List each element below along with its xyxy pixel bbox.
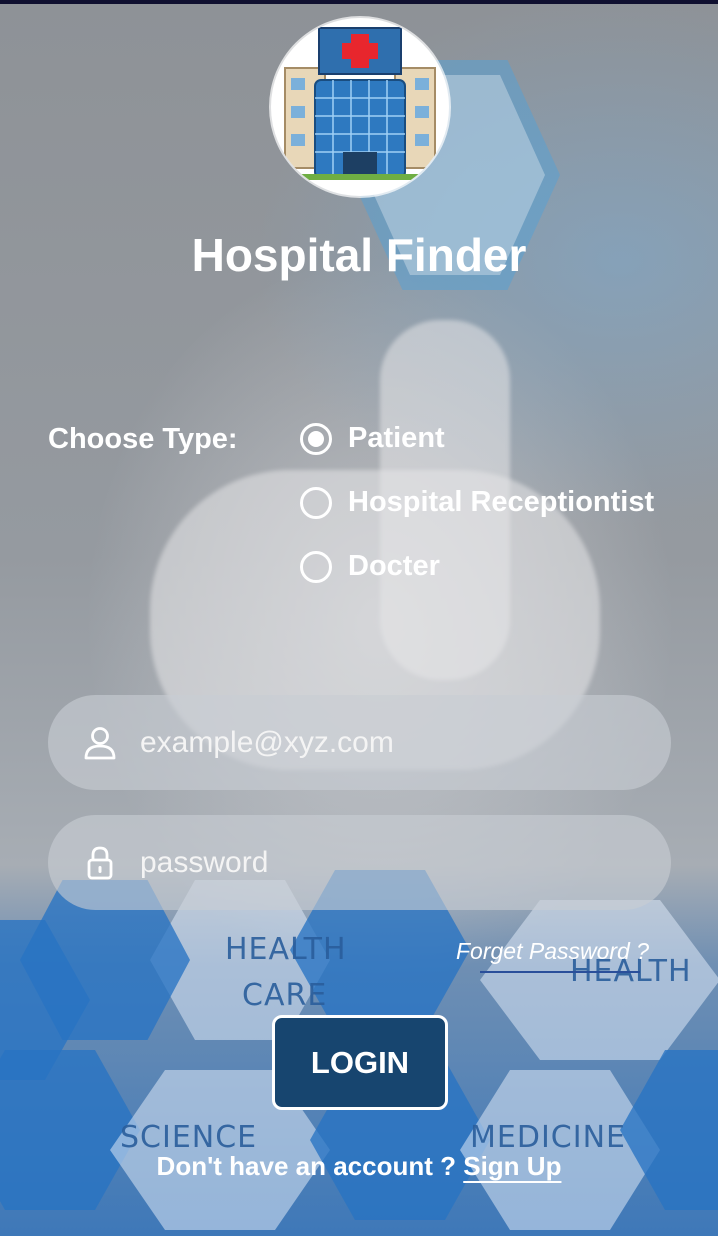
lock-icon [87,846,113,879]
password-input[interactable] [140,845,620,880]
user-icon [84,726,116,759]
hex-label-medicine: MEDICINE [470,1120,626,1155]
radio-unselected-icon[interactable] [300,486,332,519]
signup-prompt: Don't have an account ? [156,1151,456,1181]
radio-label-doctor[interactable]: Docter [348,550,440,583]
radio-unselected-icon[interactable] [300,550,332,583]
forget-password-underline [480,971,640,973]
radio-selected-icon[interactable] [300,422,332,455]
radio-option-patient[interactable]: Patient [300,422,445,455]
radio-label-receptionist[interactable]: Hospital Receptiontist [348,486,654,519]
hex-label-health: HEALTH [225,932,347,967]
email-field-container[interactable] [48,695,671,790]
radio-option-doctor[interactable]: Docter [300,550,440,583]
status-bar [0,0,718,4]
app-title: Hospital Finder [191,229,527,281]
hospital-building-icon [271,18,449,196]
signup-link[interactable]: Sign Up [463,1151,561,1181]
radio-label-patient[interactable]: Patient [348,422,445,455]
hex-label-science: SCIENCE [120,1120,258,1155]
password-field-container[interactable] [48,815,671,910]
hex-label-care: CARE [242,978,328,1013]
login-button[interactable]: LOGIN [272,1015,448,1110]
signup-row: Don't have an account ? Sign Up [0,1151,718,1182]
email-input[interactable] [140,725,620,760]
login-screen: HEALTH CARE HEALTH SCIENCE MEDICINE Hosp… [0,0,718,1236]
forget-password-link[interactable]: Forget Password ? [456,938,649,965]
radio-option-receptionist[interactable]: Hospital Receptiontist [300,486,654,519]
choose-type-label: Choose Type: [48,423,238,455]
